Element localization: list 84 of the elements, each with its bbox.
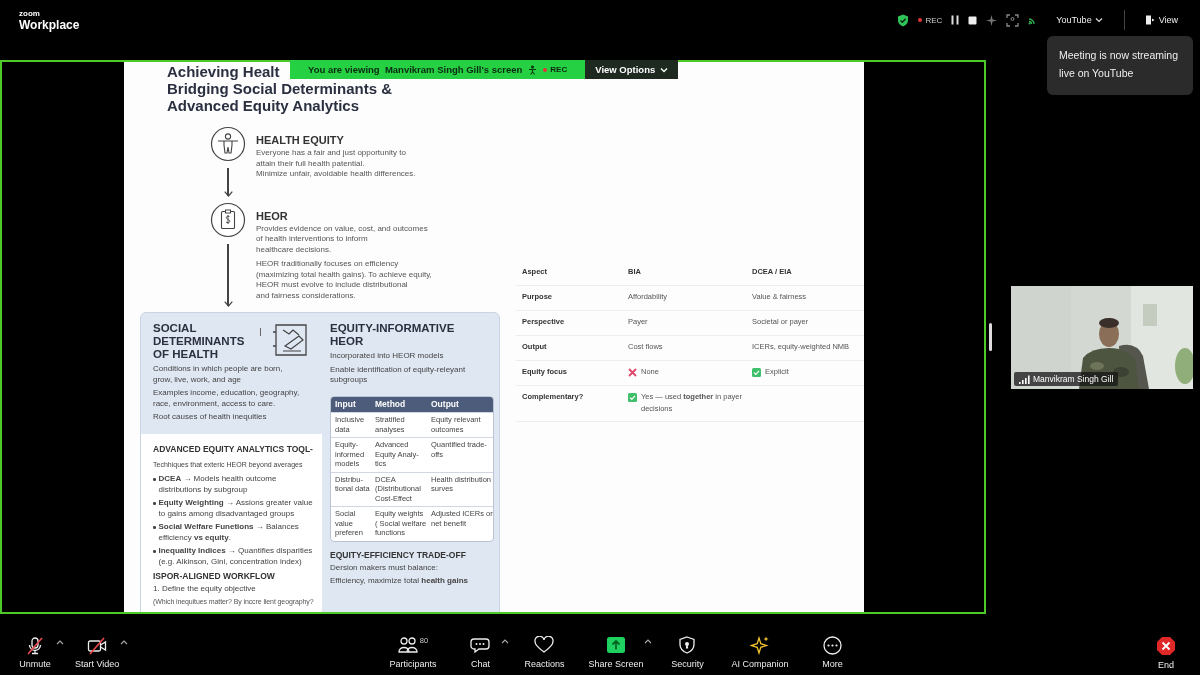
- clipboard-dollar-icon: [210, 201, 246, 238]
- view-button[interactable]: View: [1145, 15, 1178, 25]
- app-name: Workplace: [19, 18, 80, 31]
- section-text: Incorporated into HEOR models: [330, 351, 445, 362]
- live-signal-icon: [1028, 15, 1038, 25]
- recording-indicator: REC: [918, 15, 943, 25]
- section-text: Efficiency, maximize total health gains: [330, 576, 469, 587]
- stop-icon[interactable]: [968, 15, 978, 25]
- person-icon: [528, 64, 538, 75]
- step-description: Provides evidence on value, cost, and outcomes of health interventions to inform healthcare decisions.: [256, 223, 429, 255]
- title-line: Bridging Social Determinants &: [167, 80, 393, 97]
- toolbar-button[interactable]: More: [803, 636, 862, 669]
- chat-icon: [470, 636, 491, 654]
- resize-handle[interactable]: [989, 323, 992, 351]
- video-camera-icon: [87, 636, 108, 655]
- share-screen-icon: [605, 636, 626, 654]
- toolbar-button[interactable]: AI Companion: [722, 636, 798, 669]
- section-heading: ISPOR-ALIGNED WORKFLOW: [153, 571, 276, 581]
- signal-strength-icon: [1019, 374, 1030, 384]
- column-header: Input: [334, 399, 357, 409]
- banner-text: You are viewing Manvikram Singh Gill's screen: [307, 64, 523, 75]
- shield-icon: [678, 636, 697, 654]
- end-button[interactable]: End: [1146, 635, 1186, 670]
- section-heading: EQUITY-EFFICIENCY TRADE-OFF: [330, 549, 467, 560]
- participant-name: Manvikram Singh Gill: [1033, 374, 1114, 384]
- down-arrow: [223, 168, 233, 197]
- view-options-button[interactable]: View Options: [585, 60, 679, 79]
- toolbar-button[interactable]: Unmute: [6, 636, 64, 669]
- microphone-icon: [25, 636, 45, 655]
- toolbar-button[interactable]: Start Video: [66, 636, 129, 669]
- chevron-icon: [1094, 17, 1103, 23]
- bullet-dot: [153, 478, 156, 481]
- caret-icon[interactable]: [56, 639, 64, 645]
- step-heading: HEALTH EQUITY: [256, 134, 345, 146]
- section-text: Enable identification of equity-releyant subgroups: [330, 364, 467, 386]
- section-text: Conditions in which people are born, grow, live, work, and age: [153, 364, 284, 385]
- shield-icon[interactable]: [897, 13, 910, 27]
- people-icon: [397, 636, 418, 653]
- section-text: Dersion makers must balance:: [330, 562, 440, 573]
- toolbar-button[interactable]: Security: [658, 636, 717, 669]
- close-icon: [1156, 635, 1176, 656]
- bullet-text: DCEA → Models health outcome distributions by subgroup: [158, 474, 277, 495]
- title-line: Achieving Healt: [167, 63, 280, 80]
- streaming-tooltip: Meeting is now streaming live on YouTube: [1047, 36, 1193, 95]
- toolbar-button[interactable]: Chat: [451, 636, 510, 669]
- section-text: Root causes of health inequities: [153, 412, 268, 423]
- bullet-text: Equity Weighting → Assions greater value to gains among disadvantaged groups: [158, 498, 313, 519]
- checkmark-icon: [628, 392, 637, 402]
- bullet-text: Inequality Indices → Quantifies disparities (e.g. Alkinson, Gini, concentration index): [158, 546, 313, 567]
- app-logo-small: zoom: [19, 9, 41, 18]
- section-text: Examples income, education, geography, race, environment, access to care.: [153, 388, 301, 409]
- more-icon: [823, 636, 843, 655]
- recording-indicator: REC: [543, 65, 568, 74]
- stream-menu-button[interactable]: YouTube: [1056, 15, 1103, 25]
- person-icon: [210, 126, 246, 162]
- section-heading: EQUITY-INFORMATIVE HEOR: [330, 322, 456, 348]
- toolbar-button[interactable]: Reactions: [515, 636, 574, 669]
- bullet-text: Social Welfare Funetions → Balances efficiency vs equity.: [158, 522, 299, 543]
- column-header: Method: [374, 399, 407, 409]
- sparkle-icon: [750, 636, 770, 655]
- section-heading: SOCIAL DETERMINANTS OF HEALTH: [153, 322, 245, 361]
- bullet-dot: [153, 526, 156, 529]
- caret-icon[interactable]: [644, 639, 653, 644]
- pause-icon[interactable]: [951, 15, 960, 25]
- chevron-icon: [660, 66, 669, 73]
- caret-icon[interactable]: [120, 639, 129, 645]
- bullet-dot: [153, 550, 156, 553]
- step-description: HEOR traditionally focuses on efficiency (maximizing total health gains). To achieve equity, HEOR must evolve to include distributional and fairness considerations.: [256, 259, 432, 301]
- caret-icon[interactable]: [501, 639, 510, 644]
- sparkle-icon[interactable]: [986, 14, 998, 26]
- cross-icon: [628, 367, 637, 377]
- section-heading: ADVANCED EQUITY ANALYTICS TOQL-: [153, 443, 314, 454]
- toolbar-button[interactable]: Share Screen: [579, 636, 653, 669]
- frame-corners-icon[interactable]: [1006, 13, 1020, 27]
- column-header: Output: [430, 399, 460, 409]
- step-description: Everyone has a fair and just opportunity to attain their full health patential. Minimize unfair, avoidable health differences.: [256, 148, 416, 180]
- title-line: Advanced Equity Analytics: [167, 97, 359, 114]
- workflow-step: 1. Define the equity objective: [153, 584, 314, 595]
- panel-arrow-icon: [1145, 15, 1155, 25]
- down-arrow: [223, 243, 233, 307]
- bullet-dot: [153, 502, 156, 505]
- step-heading: HEOR: [256, 209, 289, 222]
- heart-icon: [534, 636, 555, 654]
- checkmark-icon: [752, 367, 761, 377]
